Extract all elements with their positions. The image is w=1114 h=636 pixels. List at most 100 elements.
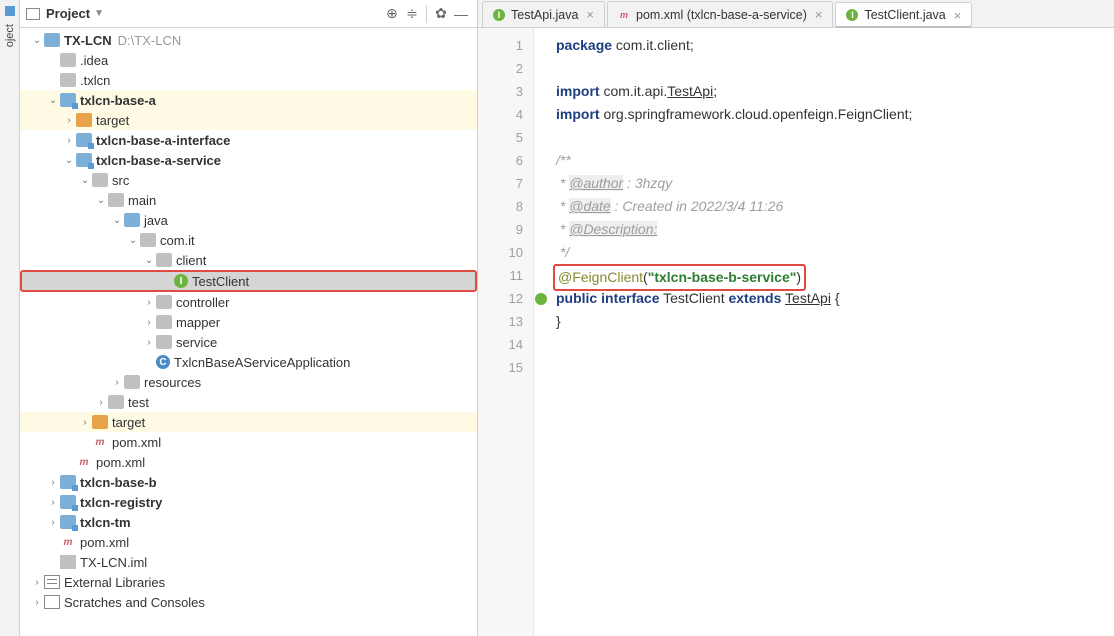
tree-node-service[interactable]: ›service (20, 332, 477, 352)
select-opened-file-button[interactable]: ⊕ (382, 5, 402, 22)
tree-node-label: txlcn-base-a (80, 93, 156, 108)
chevron-down-icon[interactable]: ⌄ (30, 35, 44, 46)
chevron-right-icon[interactable]: › (62, 115, 76, 126)
tree-node-target[interactable]: ›target (20, 110, 477, 130)
editor-gutter[interactable]: 123456789101112131415 (478, 28, 534, 636)
chevron-right-icon[interactable]: › (30, 597, 44, 608)
chevron-right-icon[interactable]: › (110, 377, 124, 388)
chevron-down-icon[interactable]: ⌄ (78, 175, 92, 186)
gutter-marker-icon[interactable] (535, 293, 547, 305)
code-line[interactable]: * @author : 3hzqy (556, 172, 1114, 195)
tree-node-pom-xml[interactable]: mpom.xml (20, 452, 477, 472)
code-line[interactable]: public interface TestClient extends Test… (556, 287, 1114, 310)
editor-tab-testclient-java[interactable]: ITestClient.java× (835, 2, 972, 28)
code-line[interactable]: package com.it.client; (556, 34, 1114, 57)
tree-node-main[interactable]: ⌄main (20, 190, 477, 210)
tree-node-pom-xml[interactable]: mpom.xml (20, 532, 477, 552)
tree-node-external-libraries[interactable]: ›External Libraries (20, 572, 477, 592)
project-view-title[interactable]: Project (46, 6, 90, 21)
gutter-line[interactable]: 3 (478, 80, 533, 103)
chevron-down-icon[interactable]: ▼ (94, 8, 104, 19)
chevron-down-icon[interactable]: ⌄ (142, 255, 156, 266)
tree-node-tx-lcn[interactable]: ⌄TX-LCND:\TX-LCN (20, 30, 477, 50)
chevron-right-icon[interactable]: › (46, 477, 60, 488)
code-line[interactable] (556, 57, 1114, 80)
tree-node--idea[interactable]: .idea (20, 50, 477, 70)
code-line[interactable]: * @date : Created in 2022/3/4 11:26 (556, 195, 1114, 218)
tree-node-src[interactable]: ⌄src (20, 170, 477, 190)
code-line[interactable]: * @Description: (556, 218, 1114, 241)
project-tool-tab[interactable]: oject (4, 20, 16, 51)
code-line[interactable]: import com.it.api.TestApi; (556, 80, 1114, 103)
chevron-down-icon[interactable]: ⌄ (62, 155, 76, 166)
tree-node-txlcn-base-a[interactable]: ⌄ txlcn-base-a (20, 90, 477, 110)
project-tree[interactable]: ⌄TX-LCND:\TX-LCN.idea.txlcn⌄txlcn-base-a… (20, 28, 477, 636)
chevron-right-icon[interactable]: › (142, 337, 156, 348)
hide-button[interactable]: — (451, 6, 471, 22)
tree-node-txlcn-base-a-interface[interactable]: ›txlcn-base-a-interface (20, 130, 477, 150)
tree-node-client[interactable]: ⌄ client (20, 250, 477, 270)
chevron-right-icon[interactable]: › (30, 577, 44, 588)
gutter-line[interactable]: 5 (478, 126, 533, 149)
gutter-line[interactable]: 10 (478, 241, 533, 264)
chevron-down-icon[interactable]: ⌄ (94, 195, 108, 206)
code-line[interactable] (556, 126, 1114, 149)
chevron-right-icon[interactable]: › (46, 517, 60, 528)
gutter-line[interactable]: 9 (478, 218, 533, 241)
chevron-right-icon[interactable]: › (142, 317, 156, 328)
chevron-right-icon[interactable]: › (62, 135, 76, 146)
tree-node-scratches-and-consoles[interactable]: ›Scratches and Consoles (20, 592, 477, 612)
gutter-line[interactable]: 8 (478, 195, 533, 218)
chevron-right-icon[interactable]: › (142, 297, 156, 308)
tree-node-java[interactable]: ⌄java (20, 210, 477, 230)
tree-node-controller[interactable]: ›controller (20, 292, 477, 312)
code-line[interactable]: } (556, 310, 1114, 333)
tree-node-test[interactable]: ›test (20, 392, 477, 412)
editor-tab-testapi-java[interactable]: ITestApi.java× (482, 1, 605, 27)
chevron-down-icon[interactable]: ⌄ (110, 215, 124, 226)
gutter-line[interactable]: 2 (478, 57, 533, 80)
tree-node-pom-xml[interactable]: mpom.xml (20, 432, 477, 452)
gutter-line[interactable]: 4 (478, 103, 533, 126)
chevron-down-icon[interactable]: ⌄ (46, 95, 60, 106)
expand-collapse-button[interactable]: ≑ (402, 5, 422, 22)
code-line[interactable]: /** (556, 149, 1114, 172)
tree-node-txlcn-registry[interactable]: ›txlcn-registry (20, 492, 477, 512)
gutter-line[interactable]: 6 (478, 149, 533, 172)
gutter-line[interactable]: 11 (478, 264, 533, 287)
tree-node--txlcn[interactable]: .txlcn (20, 70, 477, 90)
tree-node-tx-lcn-iml[interactable]: TX-LCN.iml (20, 552, 477, 572)
gear-icon[interactable]: ✿ (431, 5, 451, 22)
code-line[interactable]: @FeignClient("txlcn-base-b-service") (556, 264, 1114, 287)
tree-node-label: TX-LCN.iml (80, 555, 147, 570)
tree-node-txlcn-base-a-service[interactable]: ⌄txlcn-base-a-service (20, 150, 477, 170)
tree-node-testclient[interactable]: ITestClient (20, 270, 477, 292)
gutter-line[interactable]: 1 (478, 34, 533, 57)
code-line[interactable] (556, 356, 1114, 379)
tree-node-txlcn-base-b[interactable]: ›txlcn-base-b (20, 472, 477, 492)
gutter-line[interactable]: 15 (478, 356, 533, 379)
tree-node-target[interactable]: ›target (20, 412, 477, 432)
gutter-line[interactable]: 12 (478, 287, 533, 310)
close-icon[interactable]: × (815, 7, 823, 22)
gutter-line[interactable]: 14 (478, 333, 533, 356)
tree-node-com-it[interactable]: ⌄com.it (20, 230, 477, 250)
close-icon[interactable]: × (586, 7, 594, 22)
chevron-down-icon[interactable]: ⌄ (126, 235, 140, 246)
tree-node-resources[interactable]: ›resources (20, 372, 477, 392)
chevron-right-icon[interactable]: › (46, 497, 60, 508)
code-line[interactable] (556, 333, 1114, 356)
tree-node-label: client (176, 253, 206, 268)
code-line[interactable]: import org.springframework.cloud.openfei… (556, 103, 1114, 126)
tree-node-txlcnbaseaserviceapplication[interactable]: CTxlcnBaseAServiceApplication (20, 352, 477, 372)
chevron-right-icon[interactable]: › (94, 397, 108, 408)
gutter-line[interactable]: 13 (478, 310, 533, 333)
chevron-right-icon[interactable]: › (78, 417, 92, 428)
code-line[interactable]: */ (556, 241, 1114, 264)
gutter-line[interactable]: 7 (478, 172, 533, 195)
tree-node-mapper[interactable]: ›mapper (20, 312, 477, 332)
close-icon[interactable]: × (954, 8, 962, 23)
editor-tab-pom-xml-txlcn-base-a-service-[interactable]: mpom.xml (txlcn-base-a-service)× (607, 1, 833, 27)
tree-node-txlcn-tm[interactable]: ›txlcn-tm (20, 512, 477, 532)
code-editor[interactable]: package com.it.client; import com.it.api.… (534, 28, 1114, 636)
